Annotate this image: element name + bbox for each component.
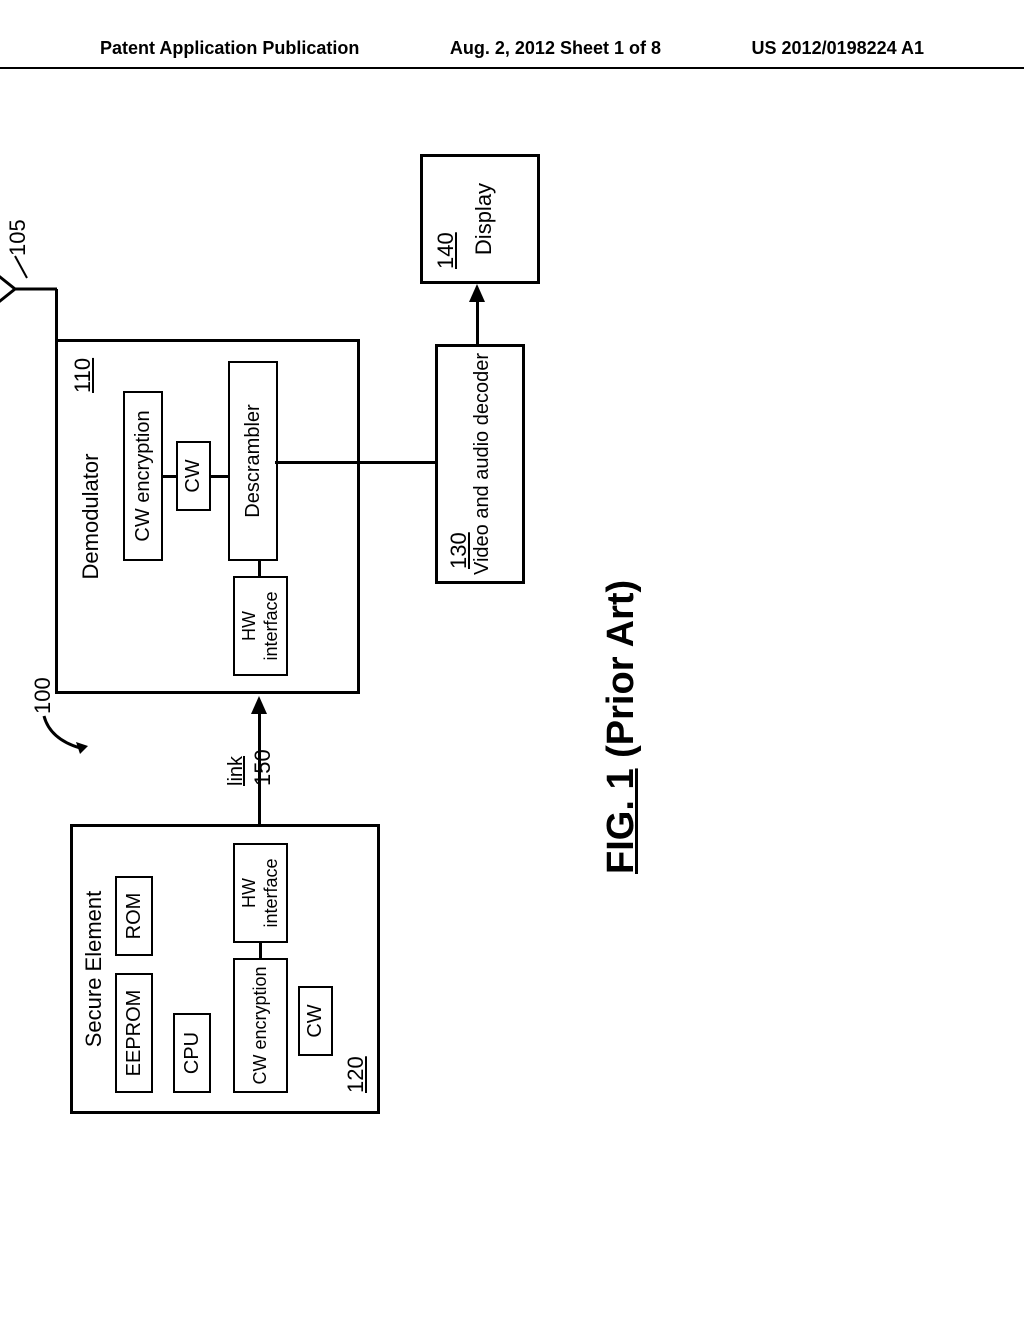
- display-box: 140 Display: [420, 154, 540, 284]
- dm-internal-line2: [163, 475, 176, 478]
- link-line: [258, 711, 261, 824]
- header-center: Aug. 2, 2012 Sheet 1 of 8: [450, 38, 661, 59]
- link-arrow-icon: [251, 696, 267, 714]
- secure-element-label: Secure Element: [81, 827, 107, 1111]
- hw-interface-box-dm: HW interface: [233, 576, 288, 676]
- dm-internal-line3: [211, 475, 228, 478]
- decoder-display-line: [476, 299, 479, 344]
- cw-encryption-label-se: CW encryption: [250, 966, 272, 1084]
- ref-140: 140: [433, 232, 459, 269]
- link-label: link: [225, 756, 248, 786]
- hw-interface-label-se: HW interface: [239, 845, 282, 941]
- hw-interface-label-dm: HW interface: [239, 578, 282, 674]
- fig-prior-art: (Prior Art): [600, 580, 642, 758]
- decoder-box: 130 Video and audio decoder: [435, 344, 525, 584]
- header-left: Patent Application Publication: [100, 38, 359, 59]
- ref-110: 110: [70, 358, 96, 393]
- decoder-label: Video and audio decoder: [470, 347, 494, 581]
- cw-box-se: CW: [298, 986, 333, 1056]
- descrambler-decoder-line: [275, 461, 435, 464]
- secure-element-box: Secure Element EEPROM ROM CPU CW encrypt…: [70, 824, 380, 1114]
- ref-120: 120: [343, 1056, 369, 1093]
- antenna-pointer-icon: [12, 253, 30, 281]
- dm-internal-line1: [258, 561, 261, 576]
- se-internal-line: [259, 943, 262, 958]
- diagram: 100 Secure Element EEPROM ROM CPU CW enc…: [0, 160, 1000, 1184]
- cw-encryption-box-dm: CW encryption: [123, 391, 163, 561]
- ref-130: 130: [446, 532, 472, 569]
- eeprom-box: EEPROM: [115, 973, 153, 1093]
- cpu-box: CPU: [173, 1013, 211, 1093]
- demodulator-label: Demodulator: [78, 342, 104, 691]
- curve-arrow-icon: [40, 714, 90, 754]
- demodulator-box: Demodulator CW encryption CW Descrambler…: [55, 339, 360, 694]
- cw-box-dm: CW: [176, 441, 211, 511]
- antenna-icon: [0, 264, 60, 314]
- antenna-line-h: [55, 289, 58, 339]
- figure-caption: FIG. 1 (Prior Art): [600, 580, 643, 874]
- ref-105: 105: [5, 219, 31, 256]
- ref-150: 150: [250, 749, 276, 786]
- cw-encryption-box-se: CW encryption: [233, 958, 288, 1093]
- ref-100: 100: [30, 677, 56, 714]
- decoder-display-arrow-icon: [469, 284, 485, 302]
- display-label: Display: [471, 157, 497, 281]
- rom-box: ROM: [115, 876, 153, 956]
- header-right: US 2012/0198224 A1: [752, 38, 924, 59]
- descrambler-box: Descrambler: [228, 361, 278, 561]
- hw-interface-box-se: HW interface: [233, 843, 288, 943]
- fig-number: FIG. 1: [600, 768, 642, 874]
